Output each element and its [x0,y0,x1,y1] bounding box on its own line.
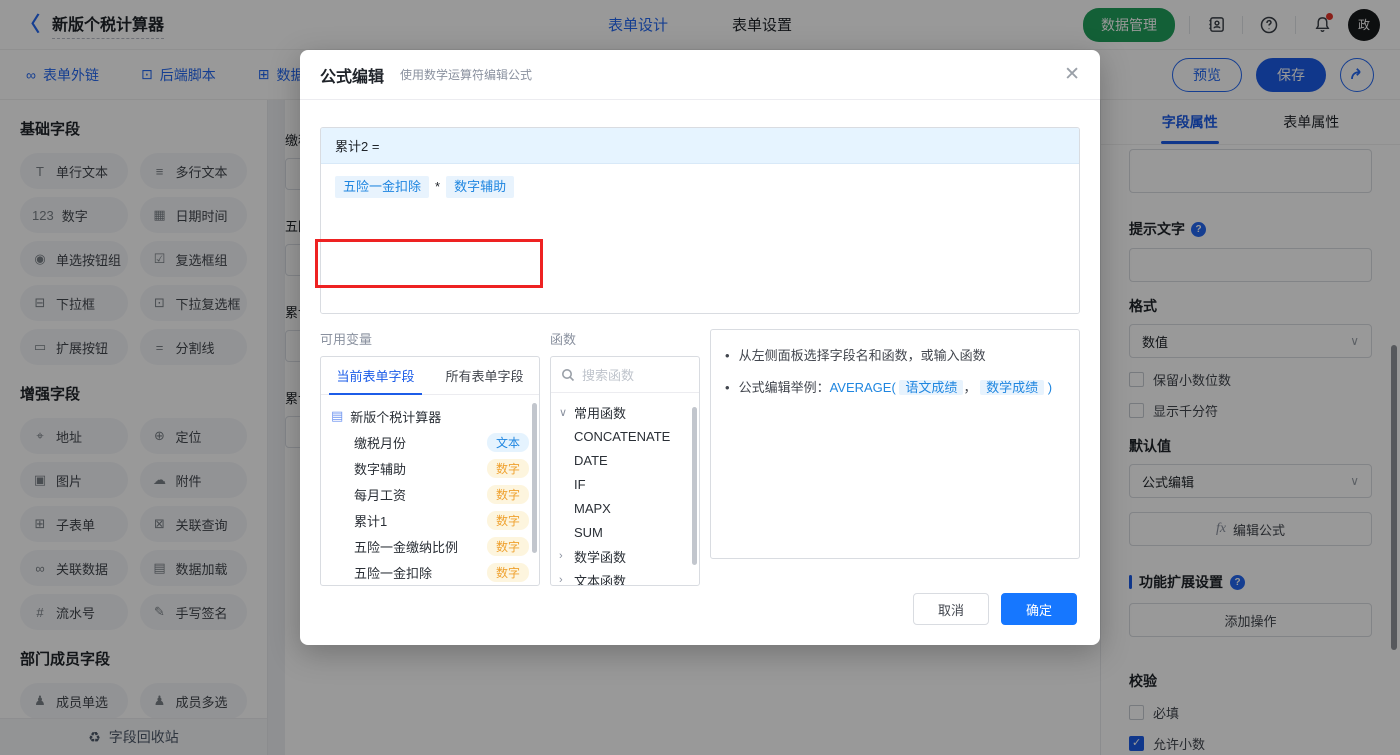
function-row[interactable]: SUM [559,520,691,544]
variable-name: 五险一金缴纳比例 [354,539,459,555]
caret-icon: › [559,550,563,562]
function-search-placeholder: 搜索函数 [582,368,635,383]
variable-name: 累计1 [354,513,388,529]
example-field-chip: 语文成绩 [899,380,964,395]
example-comma: ， [963,380,977,395]
formula-edit-modal: 公式编辑 使用数学运算符编辑公式 ✕ 累计2 = 五险一金扣除 * 数字辅助 可用变… [300,50,1100,645]
variables-label: 可用变量 [320,332,373,347]
function-row[interactable]: › 数学函数 [559,544,691,568]
variable-name: 缴税月份 [354,435,407,451]
formula-token[interactable]: * [435,176,440,198]
function-name: IF [574,476,586,492]
variable-item[interactable]: 每月工资 数字 [331,481,529,507]
caret-icon: › [559,574,563,586]
variable-type-badge: 数字 [486,510,529,530]
help-tip-2: • 公式编辑举例：AVERAGE( 语文成绩， 数学成绩 ) [725,378,1065,398]
variable-item[interactable]: 五险一金缴纳比例 数字 [331,533,529,559]
formula-help-box: • 从左侧面板选择字段名和函数，或输入函数 • 公式编辑举例：AVERAGE( … [710,329,1080,559]
example-close-paren: ) [1047,380,1053,395]
variable-item[interactable]: 数字辅助 数字 [331,455,529,481]
variables-scrollbar[interactable] [532,403,537,553]
variable-item[interactable]: 五险一金扣除 数字 [331,559,529,585]
caret-icon: ∨ [559,406,568,419]
function-list: ∨ 常用函数 CONCATENATE DATE IF MAPX SUM › 数学… [551,393,699,586]
variable-type-badge: 数字 [486,458,529,478]
function-name: 数学函数 [574,549,627,565]
variables-box: 当前表单字段 所有表单字段 ▤ 新版个税计算器 缴税月份 文本 数字辅助 数字 … [320,356,540,586]
example-function: AVERAGE( [829,380,896,395]
function-row[interactable]: DATE [559,448,691,472]
variables-root-label: 新版个税计算器 [350,409,442,425]
functions-label: 函数 [550,332,577,347]
variable-type-badge: 数字 [486,562,529,582]
function-search[interactable]: 搜索函数 [551,357,699,393]
close-icon[interactable]: ✕ [1064,65,1080,84]
function-row[interactable]: IF [559,472,691,496]
variables-tab[interactable]: 当前表单字段 [321,357,430,395]
variable-name: 每月工资 [354,487,407,503]
variable-type-badge: 文本 [486,432,529,452]
formula-token[interactable]: 五险一金扣除 [335,176,430,198]
function-name: 常用函数 [574,405,627,421]
variables-tabs: 当前表单字段 所有表单字段 [321,357,539,395]
function-name: CONCATENATE [574,428,671,444]
form-doc-icon: ▤ [331,408,344,423]
help-tip-1-text: 从左侧面板选择字段名和函数，或输入函数 [738,348,986,363]
function-name: DATE [574,452,608,468]
formula-content[interactable]: 五险一金扣除 * 数字辅助 [321,164,1079,313]
variable-name: 五险一金扣除 [354,565,433,581]
modal-title: 公式编辑 [320,68,385,86]
variables-column: 可用变量 当前表单字段 所有表单字段 ▤ 新版个税计算器 缴税月份 文本 数字辅… [320,329,540,586]
example-field-chip: 数学成绩 [980,380,1045,395]
variable-type-badge: 数字 [486,536,529,556]
bullet: • [725,348,730,363]
functions-box: 搜索函数 ∨ 常用函数 CONCATENATE DATE IF MAPX SUM… [550,356,700,586]
help-tip-1: • 从左侧面板选择字段名和函数，或输入函数 [725,346,1065,366]
variable-item[interactable]: 累计1 数字 [331,507,529,533]
confirm-button[interactable]: 确定 [1001,593,1077,625]
modal-footer: 取消 确定 [913,593,1077,625]
help-tip-2-text: 公式编辑举例：AVERAGE( 语文成绩， 数学成绩 ) [738,378,1053,398]
variables-items: 缴税月份 文本 数字辅助 数字 每月工资 数字 累计1 数字 五险一金缴纳比例 … [331,429,529,585]
modal-header: 公式编辑 使用数学运算符编辑公式 ✕ [300,50,1100,100]
example-prefix: 公式编辑举例： [738,380,830,395]
function-row[interactable]: › 文本函数 [559,568,691,586]
search-icon [562,368,575,381]
cancel-button[interactable]: 取消 [913,593,989,625]
modal-subtitle: 使用数学运算符编辑公式 [400,68,533,82]
bullet: • [725,380,730,395]
function-row[interactable]: ∨ 常用函数 [559,400,691,424]
variable-name: 数字辅助 [354,461,407,477]
formula-editor[interactable]: 累计2 = 五险一金扣除 * 数字辅助 [320,127,1080,314]
modal-panels: 可用变量 当前表单字段 所有表单字段 ▤ 新版个税计算器 缴税月份 文本 数字辅… [320,329,1080,586]
variable-type-badge: 数字 [486,484,529,504]
variable-item[interactable]: 缴税月份 文本 [331,429,529,455]
formula-target: 累计2 = [321,128,1079,164]
function-row[interactable]: CONCATENATE [559,424,691,448]
formula-token[interactable]: 数字辅助 [446,176,515,198]
functions-scrollbar[interactable] [692,407,697,565]
function-name: SUM [574,524,603,540]
variables-tab[interactable]: 所有表单字段 [430,357,539,394]
variables-list: ▤ 新版个税计算器 缴税月份 文本 数字辅助 数字 每月工资 数字 累计1 数字… [321,395,539,585]
function-name: 文本函数 [574,573,627,586]
function-row[interactable]: MAPX [559,496,691,520]
variables-tree-root[interactable]: ▤ 新版个税计算器 [331,403,529,429]
function-name: MAPX [574,500,611,516]
functions-column: 函数 搜索函数 ∨ 常用函数 CONCATENATE DATE IF MAPX … [550,329,700,586]
modal-body: 累计2 = 五险一金扣除 * 数字辅助 可用变量 当前表单字段 所有表单字段 ▤ 新版… [300,127,1100,586]
